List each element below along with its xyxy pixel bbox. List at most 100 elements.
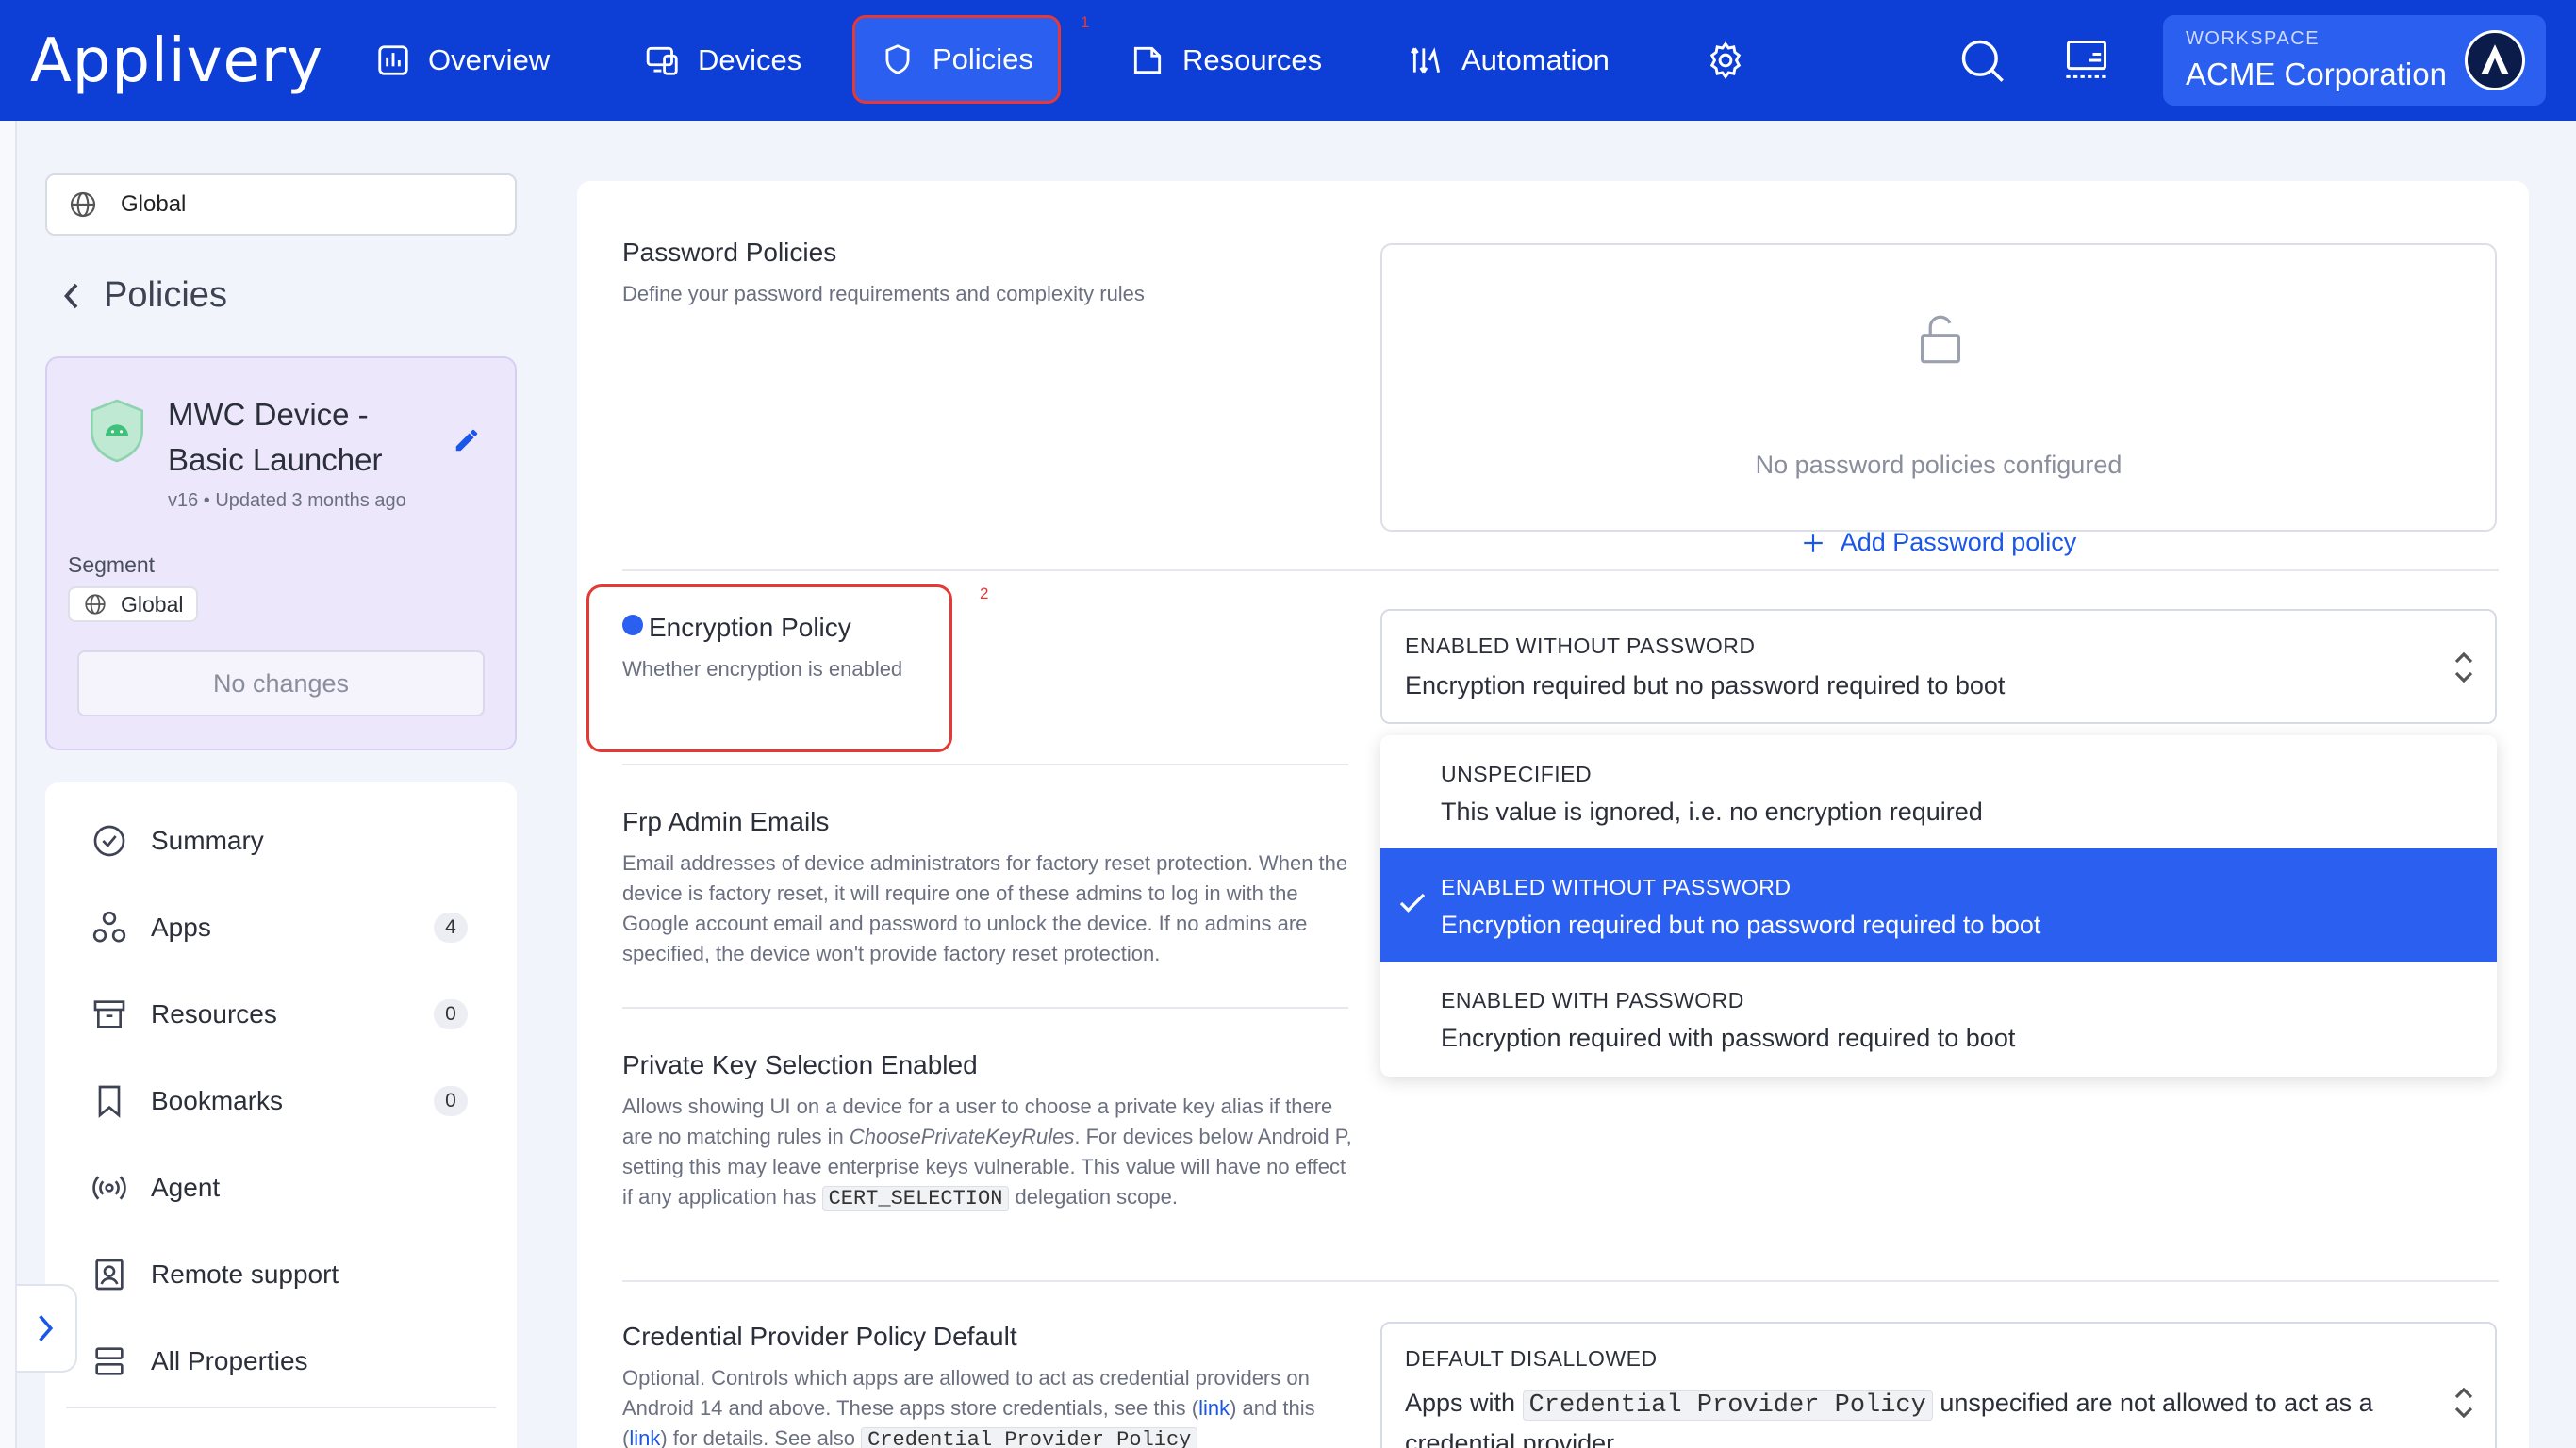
edit-pencil-icon[interactable] bbox=[453, 426, 481, 454]
nav-resources-label: Resources bbox=[1182, 43, 1323, 76]
option-enabled-with-password[interactable]: ENABLED WITH PASSWORD Encryption require… bbox=[1380, 962, 2497, 1075]
workspace-switcher[interactable]: WORKSPACE ACME Corporation bbox=[2163, 15, 2546, 106]
option-desc: Encryption required but no password requ… bbox=[1441, 911, 2041, 939]
encryption-selected-desc: Encryption required but no password requ… bbox=[1405, 671, 2006, 699]
inline-code: Credential Provider Policy bbox=[1522, 1390, 1933, 1421]
scope-selector-label: Global bbox=[121, 191, 187, 217]
app-logo[interactable]: Applivery bbox=[30, 26, 323, 96]
automation-icon bbox=[1410, 47, 1441, 74]
nav-devices[interactable]: Devices bbox=[645, 28, 801, 92]
menu-item-label: Agent bbox=[151, 1173, 221, 1202]
credential-selected-desc: Apps with Credential Provider Policy uns… bbox=[1405, 1384, 2404, 1448]
encryption-selected-label: ENABLED WITHOUT PASSWORD bbox=[1405, 634, 1756, 658]
chevron-right-icon bbox=[39, 1315, 54, 1341]
segment-label: Segment bbox=[68, 552, 156, 577]
password-policies-empty-state: No password policies configured Add Pass… bbox=[1380, 243, 2497, 556]
android-shield-icon bbox=[91, 399, 143, 463]
save-changes-button[interactable]: No changes bbox=[77, 650, 485, 716]
menu-item-resources[interactable]: Resources 0 bbox=[91, 986, 487, 1043]
gear-icon[interactable] bbox=[1705, 40, 1746, 81]
docs-link[interactable]: link bbox=[629, 1426, 660, 1448]
remote-desktop-icon[interactable] bbox=[2061, 36, 2112, 85]
menu-item-remote-support[interactable]: Remote support bbox=[91, 1246, 487, 1303]
nav-devices-label: Devices bbox=[698, 43, 802, 76]
menu-item-all-properties[interactable]: All Properties bbox=[91, 1333, 487, 1390]
workspace-name: ACME Corporation bbox=[2186, 57, 2447, 91]
broadcast-icon bbox=[92, 1176, 126, 1200]
encryption-options-dropdown: UNSPECIFIED This value is ignored, i.e. … bbox=[1380, 735, 2497, 1077]
folder-icon bbox=[1133, 46, 1162, 74]
chart-bars-icon bbox=[378, 45, 408, 75]
step-marker-1: 1 bbox=[1081, 13, 1090, 31]
encryption-policy-title: Encryption Policy bbox=[649, 613, 851, 642]
menu-item-label: Summary bbox=[151, 826, 264, 855]
remote-support-icon bbox=[95, 1259, 124, 1291]
menu-item-label: Apps bbox=[151, 913, 211, 942]
bookmark-icon bbox=[98, 1085, 121, 1118]
menu-divider bbox=[66, 1407, 496, 1408]
credential-selected-label: DEFAULT DISALLOWED bbox=[1405, 1346, 1658, 1371]
nav-overview[interactable]: Overview bbox=[375, 28, 550, 92]
password-policies-title: Password Policies bbox=[622, 238, 837, 267]
nav-resources[interactable]: Resources bbox=[1130, 28, 1322, 92]
chevron-up-down-icon bbox=[2454, 1387, 2473, 1419]
desc-part: ) for details. See also bbox=[660, 1426, 862, 1448]
chevron-up-down-icon bbox=[2454, 651, 2473, 683]
workspace-logo-icon bbox=[2481, 44, 2509, 74]
plus-icon bbox=[1803, 533, 1823, 552]
menu-item-bookmarks[interactable]: Bookmarks 0 bbox=[91, 1073, 487, 1129]
credential-provider-select[interactable]: DEFAULT DISALLOWED Apps with Credential … bbox=[1380, 1322, 2497, 1448]
option-enabled-without-password[interactable]: ENABLED WITHOUT PASSWORD Encryption requ… bbox=[1380, 848, 2497, 962]
nav-automation[interactable]: Automation bbox=[1409, 28, 1610, 92]
globe-icon bbox=[70, 191, 96, 218]
option-desc: This value is ignored, i.e. no encryptio… bbox=[1441, 798, 1983, 826]
frp-admin-emails-title: Frp Admin Emails bbox=[622, 807, 830, 836]
modified-dot-indicator bbox=[622, 615, 643, 635]
workspace-avatar bbox=[2465, 30, 2525, 90]
check-circle-icon bbox=[93, 825, 125, 857]
bookmarks-count-badge: 0 bbox=[434, 1086, 468, 1116]
section-divider bbox=[622, 1280, 2499, 1282]
apps-count-badge: 4 bbox=[434, 913, 468, 943]
option-label: UNSPECIFIED bbox=[1441, 762, 1593, 786]
search-icon[interactable] bbox=[1957, 36, 2006, 85]
menu-item-label: Resources bbox=[151, 999, 277, 1028]
option-label: ENABLED WITH PASSWORD bbox=[1441, 988, 1744, 1012]
policy-version-meta: v16 • Updated 3 months ago bbox=[168, 490, 406, 511]
globe-icon bbox=[85, 594, 106, 615]
menu-item-summary[interactable]: Summary bbox=[91, 813, 487, 869]
inline-code: Credential Provider Policy bbox=[861, 1427, 1198, 1448]
scope-selector[interactable]: Global bbox=[45, 173, 517, 236]
option-unspecified[interactable]: UNSPECIFIED This value is ignored, i.e. … bbox=[1380, 735, 2497, 848]
frp-admin-emails-desc: Email addresses of device administrators… bbox=[622, 851, 1348, 965]
left-edge-strip bbox=[0, 121, 17, 1448]
back-to-policies[interactable]: Policies bbox=[58, 275, 227, 316]
top-navigation-bar: Applivery Overview Devices Policies 1 Re… bbox=[0, 0, 2576, 121]
menu-item-agent[interactable]: Agent bbox=[91, 1160, 487, 1216]
back-title: Policies bbox=[104, 275, 227, 315]
menu-item-label: Remote support bbox=[151, 1259, 339, 1289]
inline-code: CERT_SELECTION bbox=[821, 1186, 1010, 1211]
encryption-policy-select[interactable]: ENABLED WITHOUT PASSWORD Encryption requ… bbox=[1380, 609, 2497, 724]
menu-item-apps[interactable]: Apps 4 bbox=[91, 899, 487, 956]
add-password-policy-button[interactable]: Add Password policy bbox=[1382, 528, 2495, 557]
policy-summary-card: MWC Device - Basic Launcher v16 • Update… bbox=[45, 356, 517, 750]
chevron-left-icon bbox=[64, 283, 78, 308]
unlock-icon bbox=[1921, 315, 1960, 364]
menu-item-label: All Properties bbox=[151, 1346, 308, 1375]
apps-icon bbox=[92, 911, 126, 943]
section-divider bbox=[622, 569, 2499, 571]
desc-emphasis: ChoosePrivateKeyRules bbox=[849, 1125, 1075, 1148]
credential-provider-title: Credential Provider Policy Default bbox=[622, 1322, 1017, 1351]
step-marker-2: 2 bbox=[980, 584, 989, 602]
list-icon bbox=[95, 1347, 124, 1375]
docs-link[interactable]: link bbox=[1198, 1396, 1230, 1420]
sidebar-toggle-button[interactable] bbox=[17, 1284, 77, 1373]
empty-state-text: No password policies configured bbox=[1755, 451, 2122, 479]
private-key-selection-desc: Allows showing UI on a device for a user… bbox=[622, 1092, 1362, 1214]
add-password-policy-label: Add Password policy bbox=[1840, 528, 2077, 556]
checkmark-icon bbox=[1399, 893, 1426, 913]
option-label: ENABLED WITHOUT PASSWORD bbox=[1441, 875, 1792, 899]
option-desc: Encryption required with password requir… bbox=[1441, 1024, 2016, 1052]
nav-policies[interactable]: Policies bbox=[852, 15, 1061, 104]
